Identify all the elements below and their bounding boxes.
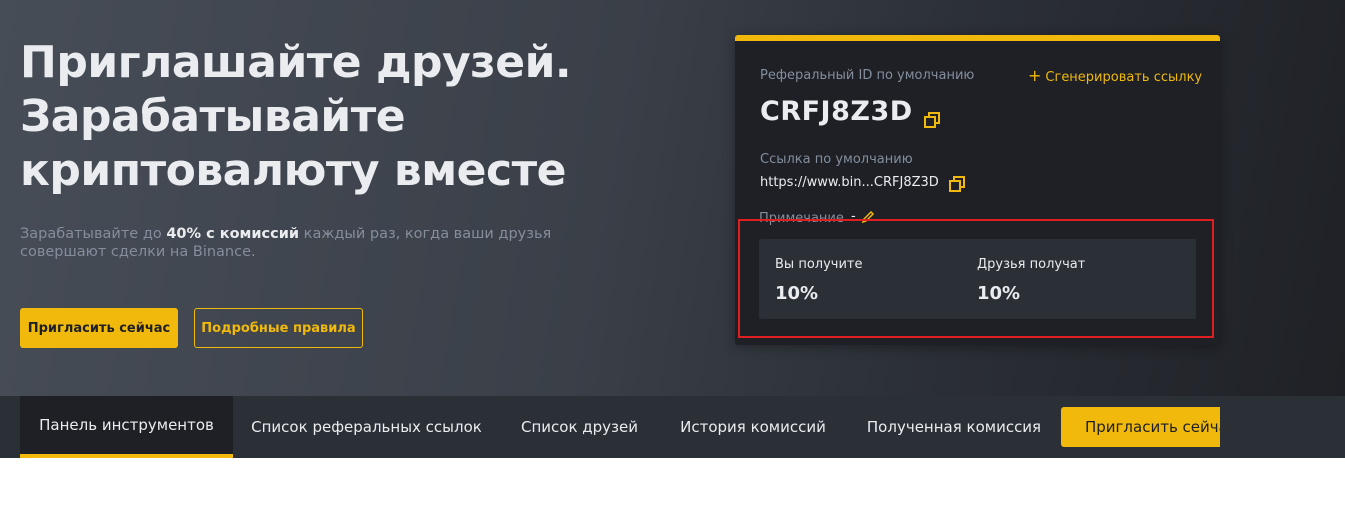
headline-line-1: Приглашайте друзей. [20, 37, 572, 88]
invite-now-button[interactable]: Пригласить сейчас [20, 308, 178, 348]
friends-receive-label: Друзья получат [977, 257, 1086, 272]
ref-id-value: CRFJ8Z3D [760, 96, 913, 127]
headline-line-2: Зарабатывайте [20, 91, 406, 142]
hero-subtext: Зарабатывайте до 40% с комиссий каждый р… [20, 225, 580, 261]
tab-bar: Панель инструментов Список реферальных с… [0, 396, 1345, 458]
hero-section: Приглашайте друзей. Зарабатывайте крипто… [0, 0, 1345, 396]
subtext-pre: Зарабатывайте до [20, 226, 167, 242]
tab-referral-links[interactable]: Список реферальных ссылок [245, 396, 488, 458]
tab-received-commission[interactable]: Полученная комиссия [859, 396, 1049, 458]
copy-link-icon[interactable] [949, 176, 965, 192]
tab-commission-history[interactable]: История комиссий [672, 396, 834, 458]
note-value: - [851, 209, 856, 224]
tab-bar-clip: Панель инструментов Список реферальных с… [0, 396, 1220, 458]
tab-friends[interactable]: Список друзей [512, 396, 647, 458]
tab-invite-button[interactable]: Пригласить сейчас [1061, 407, 1220, 447]
commission-stats: Вы получите 10% Друзья получат 10% [759, 239, 1196, 319]
detailed-rules-button[interactable]: Подробные правила [194, 308, 363, 348]
ref-id-label: Реферальный ID по умолчанию [760, 68, 975, 83]
link-label: Ссылка по умолчанию [760, 152, 913, 167]
friends-receive-value: 10% [977, 283, 1021, 304]
generate-link-label: Сгенерировать ссылку [1045, 70, 1203, 85]
hero-headline: Приглашайте друзей. Зарабатывайте крипто… [20, 36, 660, 198]
edit-pencil-icon[interactable] [861, 209, 875, 224]
you-receive-label: Вы получите [775, 257, 863, 272]
link-value: https://www.bin...CRFJ8Z3D [760, 175, 939, 190]
plus-icon: + [1028, 66, 1042, 85]
referral-card: Реферальный ID по умолчанию + Сгенерирова… [735, 35, 1220, 345]
you-receive-value: 10% [775, 283, 819, 304]
note-label: Примечание [759, 211, 844, 226]
headline-line-3: криптовалюту вместе [20, 145, 566, 196]
copy-id-icon[interactable] [924, 112, 940, 128]
subtext-bold: 40% с комиссий [166, 226, 300, 242]
tab-dashboard[interactable]: Панель инструментов [20, 396, 233, 458]
generate-link-button[interactable]: + Сгенерировать ссылку [1028, 66, 1202, 85]
